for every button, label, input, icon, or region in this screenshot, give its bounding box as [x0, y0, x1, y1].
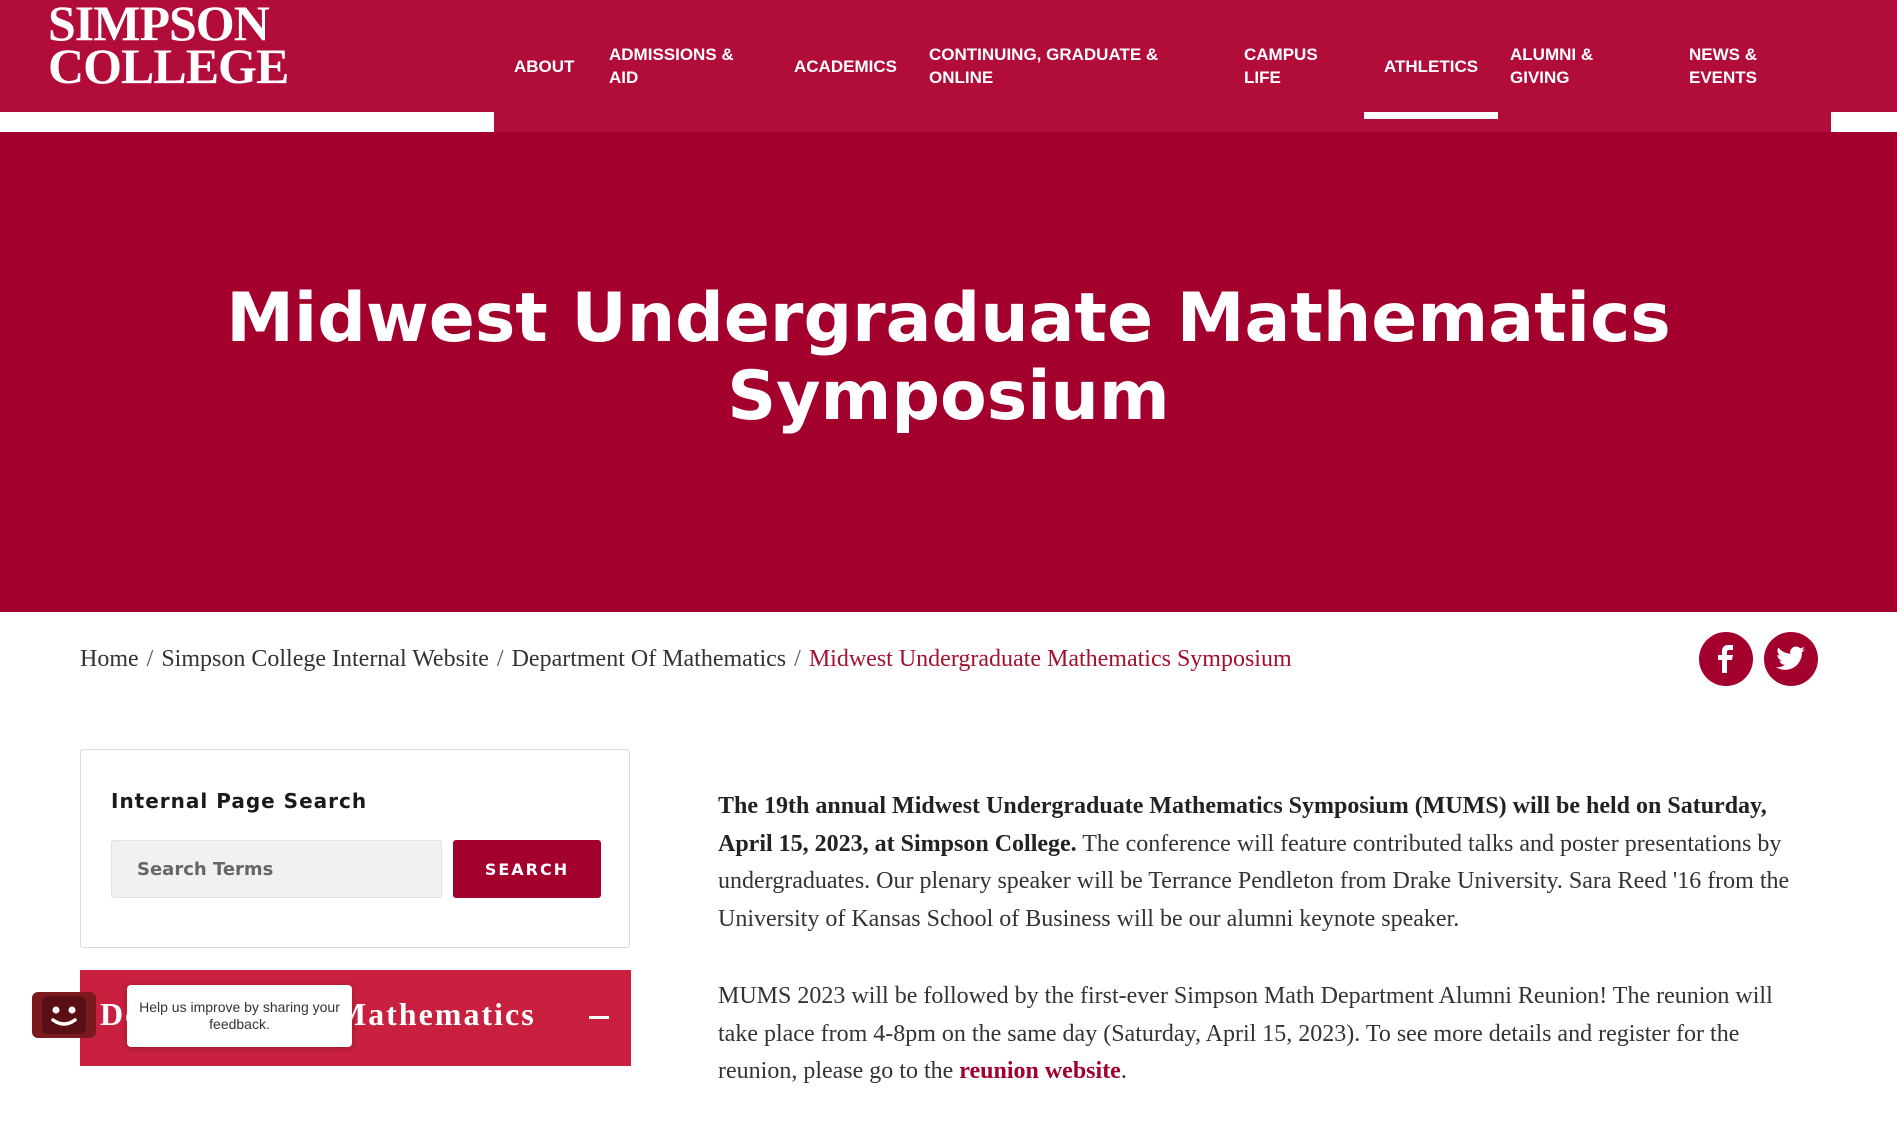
nav-label-line1: CONTINUING, GRADUATE &: [929, 45, 1159, 64]
nav-item-campus-life[interactable]: CAMPUS LIFE: [1244, 0, 1318, 132]
article-paragraph: MUMS 2023 will be followed by the first-…: [718, 978, 1818, 1091]
feedback-tooltip[interactable]: Help us improve by sharing your feedback…: [127, 985, 352, 1047]
reunion-website-link[interactable]: reunion website: [959, 1058, 1121, 1084]
breadcrumb-department[interactable]: Department Of Mathematics: [512, 646, 787, 672]
smiley-face-icon: [42, 996, 86, 1034]
nav-item-academics[interactable]: ACADEMICS: [794, 0, 897, 132]
breadcrumb-home[interactable]: Home: [80, 646, 139, 672]
breadcrumb-separator: /: [496, 646, 504, 672]
nav-label-line1: CAMPUS: [1244, 45, 1318, 64]
collapse-icon[interactable]: [589, 1016, 609, 1019]
breadcrumb-internal-website[interactable]: Simpson College Internal Website: [161, 646, 489, 672]
main-nav: ABOUT ADMISSIONS & AID ACADEMICS CONTINUI…: [494, 0, 1831, 132]
breadcrumb-separator: /: [146, 646, 154, 672]
article-text: .: [1120, 1058, 1127, 1084]
facebook-icon: [1718, 645, 1733, 673]
article-text: MUMS 2023 will be followed by the first-…: [718, 983, 1773, 1084]
nav-label-line2: AID: [609, 68, 639, 87]
article-body: The 19th annual Midwest Undergraduate Ma…: [718, 788, 1818, 1131]
site-logo[interactable]: SIMPSON COLLEGE: [48, 0, 289, 94]
nav-item-news[interactable]: NEWS & EVENTS: [1689, 0, 1757, 132]
breadcrumb-separator: /: [794, 646, 801, 672]
header-rule-right: [1831, 112, 1897, 120]
nav-item-admissions[interactable]: ADMISSIONS & AID: [609, 0, 734, 132]
search-input[interactable]: [111, 840, 442, 898]
search-button[interactable]: SEARCH: [453, 840, 601, 898]
breadcrumb-current: Midwest Undergraduate Mathematics Sympos…: [808, 646, 1292, 672]
nav-item-about[interactable]: ABOUT: [514, 0, 574, 132]
facebook-share-button[interactable]: [1699, 632, 1753, 686]
nav-item-continuing[interactable]: CONTINUING, GRADUATE & ONLINE: [929, 0, 1158, 132]
nav-label-line1: ALUMNI &: [1510, 45, 1594, 64]
twitter-icon: [1776, 646, 1805, 670]
nav-item-alumni[interactable]: ALUMNI & GIVING: [1510, 0, 1593, 132]
logo-line-2: COLLEGE: [48, 38, 289, 94]
hero-banner: Midwest Undergraduate Mathematics Sympos…: [0, 132, 1897, 612]
breadcrumb: Home / Simpson College Internal Website / De…: [80, 646, 1292, 676]
twitter-share-button[interactable]: [1764, 632, 1818, 686]
nav-label-line2: LIFE: [1244, 68, 1281, 87]
nav-label-line2: ONLINE: [929, 68, 994, 87]
nav-label-line1: ADMISSIONS &: [609, 45, 734, 64]
internal-search-card: Internal Page Search SEARCH: [80, 749, 630, 948]
nav-label-line1: NEWS &: [1689, 45, 1757, 64]
nav-label-line2: EVENTS: [1689, 68, 1758, 87]
nav-label-line1: ACADEMICS: [794, 56, 897, 76]
nav-label-line1: ABOUT: [514, 56, 575, 76]
header-rule-left: [0, 112, 494, 120]
search-card-title: Internal Page Search: [111, 789, 368, 813]
article-paragraph: The 19th annual Midwest Undergraduate Ma…: [718, 788, 1818, 938]
feedback-widget-button[interactable]: [32, 992, 96, 1038]
nav-item-athletics[interactable]: ATHLETICS: [1363, 0, 1499, 132]
nav-label-line1: ATHLETICS: [1384, 56, 1479, 76]
nav-label-line2: GIVING: [1510, 68, 1570, 87]
page-title: Midwest Undergraduate Mathematics Sympos…: [226, 279, 1671, 436]
